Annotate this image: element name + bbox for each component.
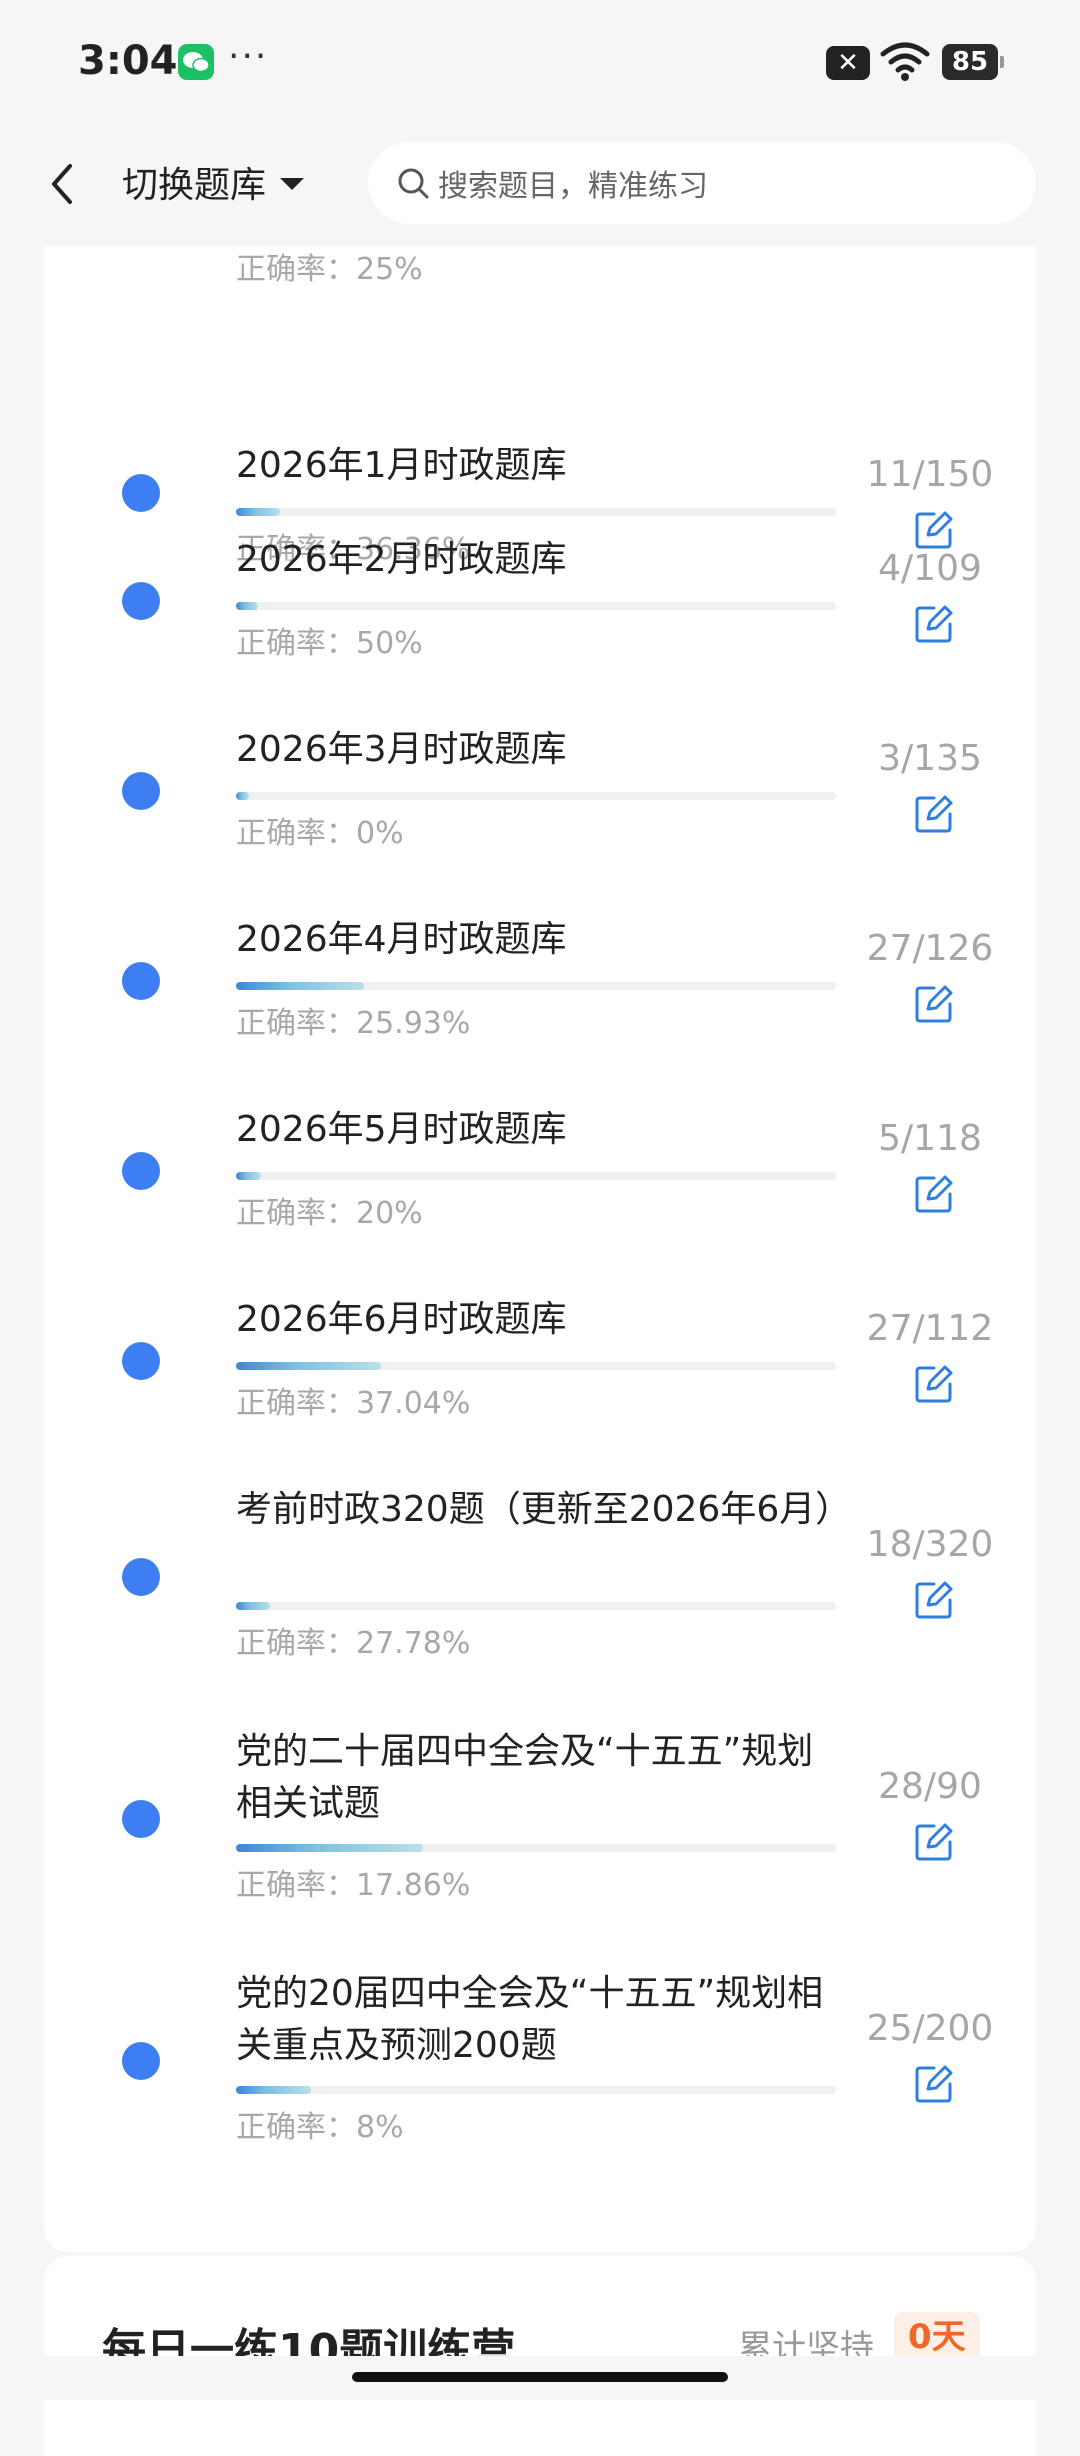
accuracy-text: 正确率：8% <box>236 2110 404 2145</box>
home-indicator[interactable] <box>352 2372 728 2382</box>
progress-count: 3/135 <box>878 738 982 779</box>
accuracy-text: 正确率：50% <box>236 626 423 661</box>
progress-bar <box>236 508 836 516</box>
progress-bar <box>236 1844 836 1852</box>
switch-bank-dropdown[interactable]: 切换题库 <box>122 156 305 208</box>
search-placeholder: 搜索题目，精准练习 <box>438 169 708 204</box>
status-time: 3:04 <box>78 38 178 84</box>
progress-fill <box>236 982 365 990</box>
bullet-dot-icon <box>122 1342 160 1380</box>
accuracy-text: 正确率：25% <box>236 252 423 287</box>
progress-count: 4/109 <box>878 548 982 589</box>
accuracy-text: 正确率：20% <box>236 1196 423 1231</box>
top-header: 切换题库 搜索题目，精准练习 <box>0 126 1080 246</box>
accuracy-text: 正确率：17.86% <box>236 1868 471 1903</box>
bank-title: 2026年1月时政题库 <box>236 445 567 486</box>
switch-bank-label: 切换题库 <box>122 165 267 206</box>
caret-down-icon <box>280 178 305 190</box>
progress-count: 25/200 <box>866 2008 994 2049</box>
progress-count: 5/118 <box>878 1118 982 1159</box>
search-input[interactable]: 搜索题目，精准练习 <box>368 142 1036 224</box>
bank-title: 2026年5月时政题库 <box>236 1109 567 1150</box>
bullet-dot-icon <box>122 1558 160 1596</box>
status-bar: 3:04 ··· ✕ 85 <box>0 0 1080 126</box>
progress-count: 11/150 <box>866 454 994 495</box>
progress-count: 18/320 <box>866 1524 994 1565</box>
progress-bar <box>236 982 836 990</box>
bullet-dot-icon <box>122 582 160 620</box>
progress-count: 27/112 <box>866 1308 994 1349</box>
progress-fill <box>236 2086 311 2094</box>
progress-bar <box>236 602 836 610</box>
days-badge: 0天 <box>894 2312 980 2362</box>
progress-fill <box>236 508 280 516</box>
progress-bar <box>236 1172 836 1180</box>
bullet-dot-icon <box>122 1800 160 1838</box>
bank-title: 2026年3月时政题库 <box>236 729 567 770</box>
progress-bar <box>236 1602 836 1610</box>
edit-icon[interactable] <box>914 1580 954 1620</box>
edit-icon[interactable] <box>914 984 954 1024</box>
bank-list-card: 正确率：25% 2026年1月时政题库 正确率：36.36% 11/150 20… <box>44 246 1036 2252</box>
progress-fill <box>236 792 250 800</box>
bullet-dot-icon <box>122 772 160 810</box>
edit-icon[interactable] <box>914 510 954 550</box>
bullet-dot-icon <box>122 962 160 1000</box>
bullet-dot-icon <box>122 2042 160 2080</box>
edit-icon[interactable] <box>914 604 954 644</box>
bullet-dot-icon <box>122 1152 160 1190</box>
accuracy-text: 正确率：27.78% <box>236 1626 471 1661</box>
accuracy-text: 正确率：37.04% <box>236 1386 471 1421</box>
progress-bar <box>236 2086 836 2094</box>
accuracy-text: 正确率：25.93% <box>236 1006 471 1041</box>
search-icon <box>398 168 429 199</box>
more-notifications-icon: ··· <box>228 36 269 77</box>
wifi-icon <box>880 42 930 86</box>
bank-title: 党的二十届四中全会及“十五五”规划相关试题 <box>236 1731 814 1824</box>
progress-fill <box>236 1362 381 1370</box>
battery-icon: 85 <box>942 44 1004 80</box>
list-item[interactable]: 2026年1月时政题库 正确率：36.36% 11/150 <box>44 342 1036 567</box>
close-notification-icon: ✕ <box>826 46 870 80</box>
progress-count: 28/90 <box>878 1766 982 1807</box>
bank-title: 2026年4月时政题库 <box>236 919 567 960</box>
progress-fill <box>236 1172 262 1180</box>
edit-icon[interactable] <box>914 2064 954 2104</box>
edit-icon[interactable] <box>914 1174 954 1214</box>
bullet-dot-icon <box>122 474 160 512</box>
bank-title: 考前时政320题（更新至2026年6月） <box>236 1489 852 1530</box>
bank-title: 2026年2月时政题库 <box>236 539 567 580</box>
progress-fill <box>236 1844 423 1852</box>
progress-fill <box>236 1602 270 1610</box>
progress-bar <box>236 1362 836 1370</box>
accuracy-text: 正确率：0% <box>236 816 404 851</box>
edit-icon[interactable] <box>914 794 954 834</box>
back-button[interactable] <box>42 160 82 212</box>
progress-fill <box>236 602 259 610</box>
bank-title: 2026年6月时政题库 <box>236 1299 567 1340</box>
progress-bar <box>236 792 836 800</box>
wechat-icon <box>178 44 214 80</box>
bank-title: 党的20届四中全会及“十五五”规划相关重点及预测200题 <box>236 1973 824 2066</box>
edit-icon[interactable] <box>914 1822 954 1862</box>
progress-count: 27/126 <box>866 928 994 969</box>
edit-icon[interactable] <box>914 1364 954 1404</box>
